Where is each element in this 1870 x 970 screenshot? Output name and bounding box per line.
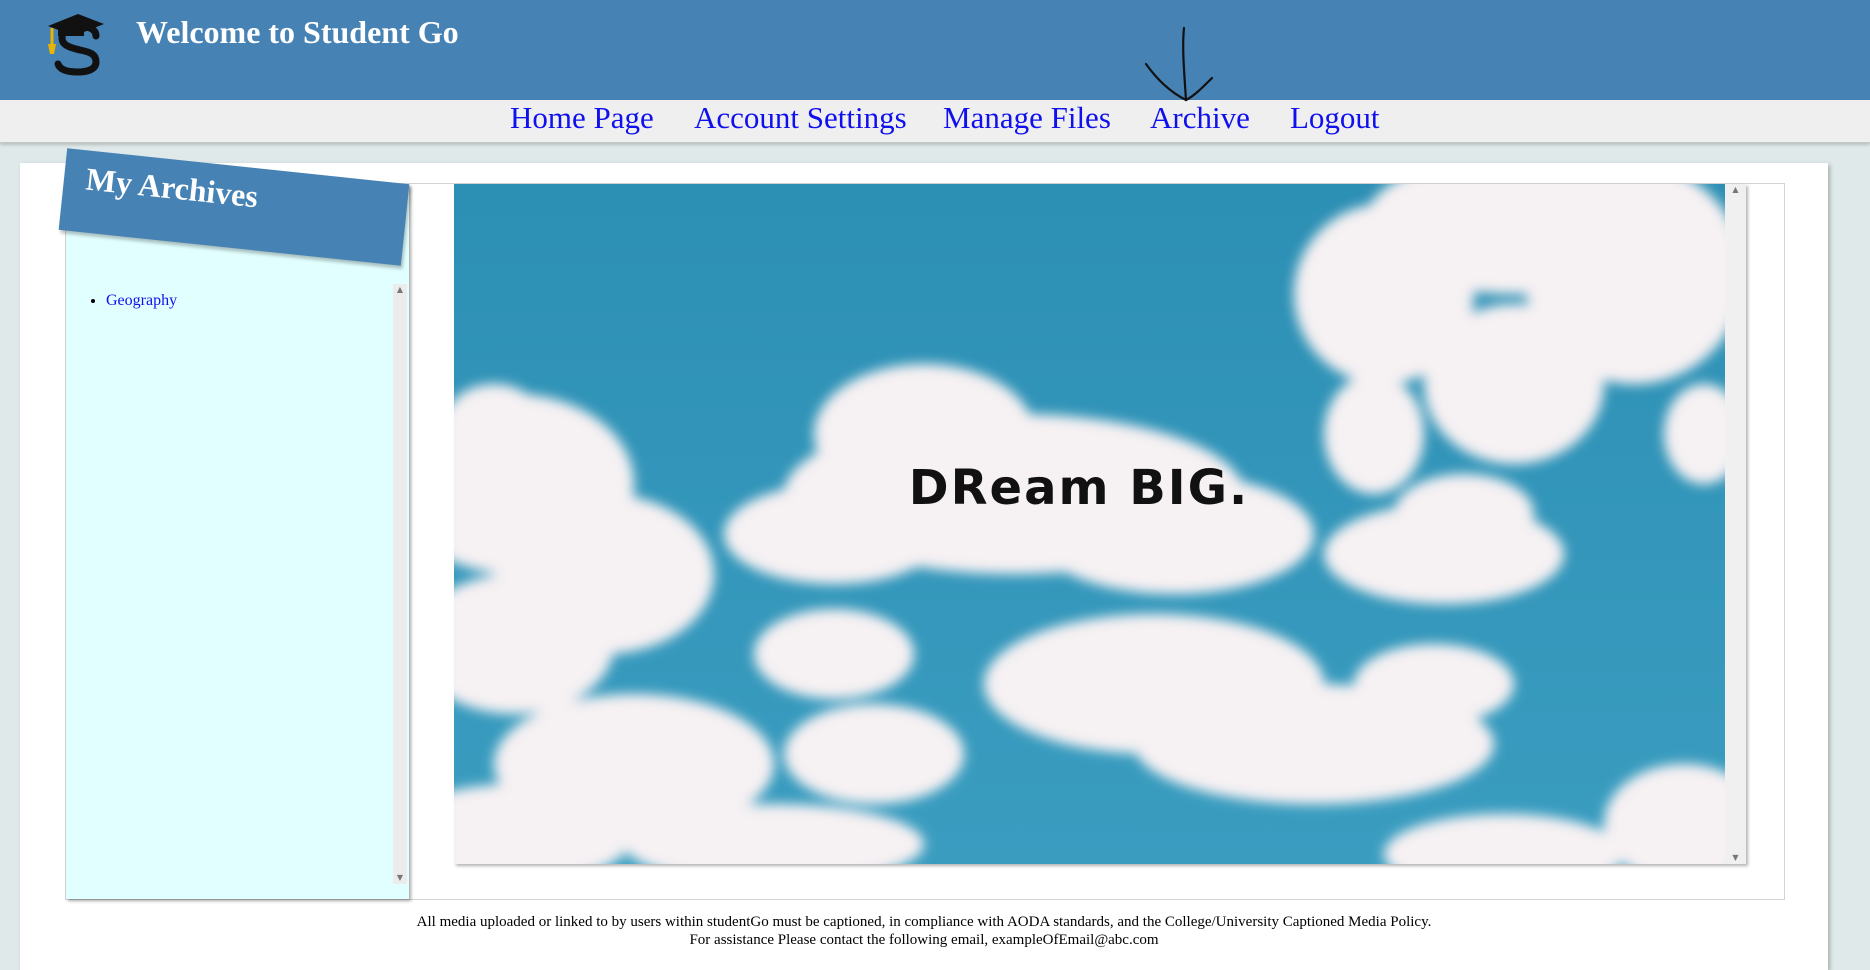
- archives-sidebar: ▲ ▼ My Archives Geography: [58, 148, 410, 899]
- archive-viewer: DReam BIG. ▲ ▼: [454, 184, 1746, 864]
- main-navigation: Home Page Account Settings Manage Files …: [0, 100, 1870, 143]
- archives-banner: My Archives: [58, 148, 410, 266]
- sky-clouds-image: DReam BIG.: [454, 184, 1725, 864]
- main-content: ▲ ▼ My Archives Geography: [20, 148, 1828, 970]
- site-title: Welcome to Student Go: [136, 14, 459, 50]
- nav-account-settings[interactable]: Account Settings: [694, 100, 907, 142]
- scroll-up-icon[interactable]: ▲: [393, 284, 407, 296]
- scroll-up-icon[interactable]: ▲: [1725, 184, 1746, 196]
- nav-logout[interactable]: Logout: [1290, 100, 1380, 142]
- viewer-scrollbar[interactable]: ▲ ▼: [1725, 184, 1746, 864]
- archive-link-geography[interactable]: Geography: [106, 292, 177, 309]
- footer-policy-text: All media uploaded or linked to by users…: [416, 914, 1432, 930]
- dream-big-text: DReam BIG.: [909, 460, 1250, 516]
- nav-archive[interactable]: Archive: [1150, 100, 1250, 142]
- list-item: Geography: [106, 292, 177, 310]
- archives-title: My Archives: [84, 160, 260, 215]
- scroll-down-icon[interactable]: ▼: [393, 872, 407, 884]
- nav-home-page[interactable]: Home Page: [510, 100, 654, 142]
- nav-manage-files[interactable]: Manage Files: [943, 100, 1111, 142]
- footer-contact-text: For assistance Please contact the follow…: [689, 932, 1159, 948]
- scroll-down-icon[interactable]: ▼: [1725, 852, 1746, 864]
- sidebar-scrollbar[interactable]: ▲ ▼: [393, 284, 407, 884]
- site-header: Welcome to Student Go: [0, 0, 1870, 100]
- graduation-cap-logo-icon[interactable]: [44, 10, 110, 76]
- content-frame: ▲ ▼ My Archives Geography: [58, 148, 1785, 900]
- archive-list: Geography: [86, 292, 177, 310]
- footer: All media uploaded or linked to by users…: [20, 913, 1828, 949]
